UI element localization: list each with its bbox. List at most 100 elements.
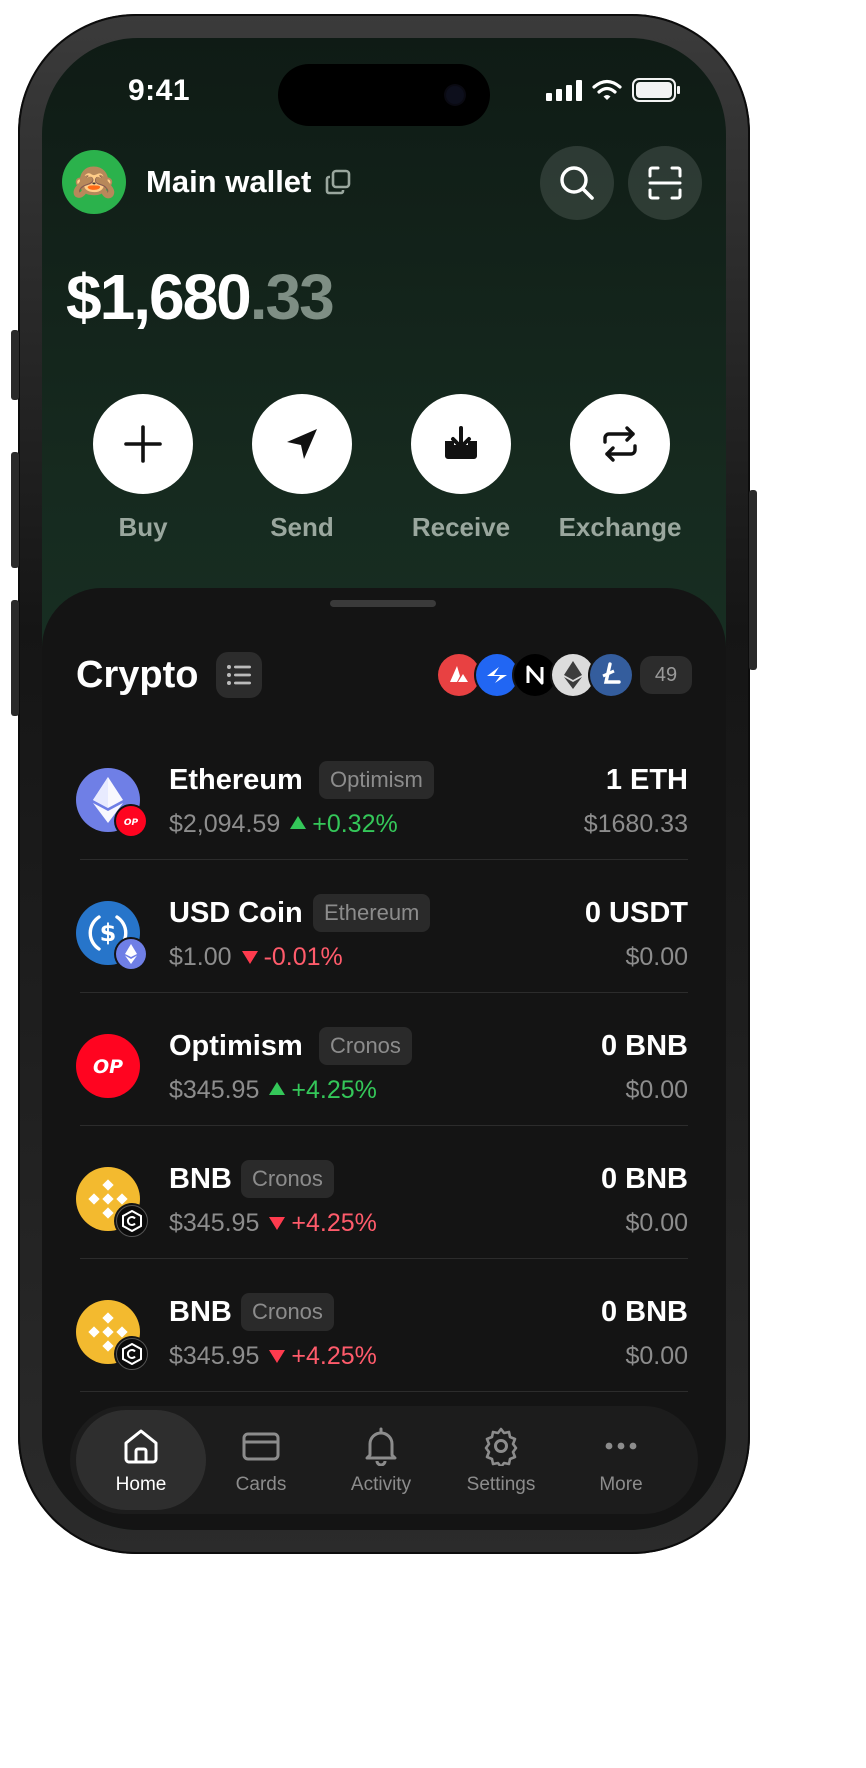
tab-bar: Home Cards Activity Settings More [70,1406,698,1514]
phone-screen: 9:41 🙈 Main wallet $1,680.33 Buy Send Re… [42,38,726,1530]
token-price: $2,094.59 +0.32% [169,810,398,839]
change-down-icon [269,1349,286,1363]
balance-whole: $1,680 [66,261,252,333]
send-action[interactable]: Send [227,394,377,543]
scan-icon [648,166,682,200]
sheet-grabber[interactable] [330,600,436,607]
token-amount: 0 BNB [600,1296,688,1328]
row-divider [80,1258,688,1259]
change-down-icon [241,950,258,964]
token-row[interactable]: OP Ethereum Optimism $2,094.59 +0.32% 1 E… [76,728,688,860]
card-icon [242,1432,280,1461]
avatar-emoji: 🙈 [71,161,117,202]
price-value: $345.95 [169,1342,260,1370]
svg-text:OP: OP [124,818,139,827]
status-time: 9:41 [128,74,191,107]
token-amount: 0 USDT [584,897,688,929]
silent-switch [11,330,19,400]
avatar[interactable]: 🙈 [62,150,126,214]
signal-icon [546,79,582,101]
balance-cents: .33 [249,261,335,333]
network-filter[interactable]: 49 [438,654,692,696]
token-name: Optimism [169,1030,303,1062]
cronos-badge-icon [116,1205,148,1237]
tab-home[interactable]: Home [76,1410,206,1510]
token-name: BNB [169,1163,232,1195]
more-networks-count: 49 [640,656,692,694]
exchange-icon [603,426,637,462]
tab-settings[interactable]: Settings [436,1410,566,1510]
exchange-button[interactable] [570,394,670,494]
wifi-icon [592,79,622,100]
list-view-button[interactable] [216,652,262,698]
price-change: +4.25% [291,1342,377,1370]
row-divider [80,992,688,993]
price-change: +4.25% [291,1209,377,1237]
near-icon [514,654,556,696]
wallet-header: 🙈 Main wallet [62,146,702,220]
row-divider [80,1391,688,1392]
token-amount: 0 BNB [600,1030,688,1062]
status-icons [546,78,680,102]
tab-activity[interactable]: Activity [316,1410,446,1510]
search-button[interactable] [540,146,614,220]
more-icon [605,1442,637,1450]
buy-action[interactable]: Buy [68,394,218,543]
tab-cards[interactable]: Cards [196,1410,326,1510]
row-divider [80,1125,688,1126]
receive-button[interactable] [411,394,511,494]
section-title: Crypto [76,654,199,696]
exchange-label: Exchange [558,512,682,542]
list-icon [227,665,251,685]
battery-icon [632,78,680,102]
buy-label: Buy [118,512,168,542]
volume-up-button [11,452,19,568]
litecoin-icon [590,654,632,696]
copy-icon[interactable] [324,168,352,196]
token-row[interactable]: $ USD Coin Ethereum $1.00 -0.01% 0 USDT $… [76,861,688,993]
send-icon [287,429,317,459]
svg-text:$: $ [100,919,117,947]
receive-label: Receive [411,512,511,542]
avalanche-icon [438,654,480,696]
token-fiat-value: $0.00 [625,1209,688,1237]
token-amount: 0 BNB [600,1163,688,1195]
cronos-badge-icon [116,1338,148,1370]
tab-label: Cards [235,1474,287,1495]
token-row[interactable]: BNB Cronos $345.95 +4.25% 0 BNB $0.00 [76,1127,688,1259]
token-row[interactable]: OP Optimism Cronos $345.95 +4.25% 0 BNB $… [76,994,688,1126]
tab-label: Settings [466,1474,536,1495]
price-change: +4.25% [291,1076,377,1104]
buy-button[interactable] [93,394,193,494]
token-name: BNB [169,1296,232,1328]
tab-label: Home [115,1474,167,1495]
exchange-action[interactable]: Exchange [545,394,695,543]
token-fiat-value: $0.00 [625,943,688,971]
receive-icon [445,426,477,459]
token-row[interactable]: BNB Cronos $345.95 +4.25% 0 BNB $0.00 [76,1260,688,1392]
plus-icon [124,425,162,463]
search-icon [560,166,594,200]
assets-sheet: Crypto 49 OP Ethereum Optimism $2,094.59… [42,588,726,1530]
ethereum-icon [552,654,594,696]
token-price: $345.95 +4.25% [169,1076,377,1105]
token-network-badge: Cronos [319,1027,412,1065]
svg-text:OP: OP [93,1056,123,1078]
token-network-badge: Optimism [319,761,434,799]
power-button [749,490,757,670]
change-down-icon [269,1216,286,1230]
token-name: USD Coin [169,897,303,929]
home-icon [124,1429,158,1464]
send-button[interactable] [252,394,352,494]
scan-button[interactable] [628,146,702,220]
arbitrum-icon [476,654,518,696]
tab-label: More [599,1474,643,1495]
token-fiat-value: $1680.33 [583,810,688,838]
optimism-badge-icon: OP [116,806,146,836]
receive-action[interactable]: Receive [386,394,536,543]
volume-down-button [11,600,19,716]
token-price: $345.95 +4.25% [169,1342,377,1371]
tab-more[interactable]: More [556,1410,686,1510]
price-value: $345.95 [169,1209,260,1237]
wallet-name[interactable]: Main wallet [146,164,311,200]
